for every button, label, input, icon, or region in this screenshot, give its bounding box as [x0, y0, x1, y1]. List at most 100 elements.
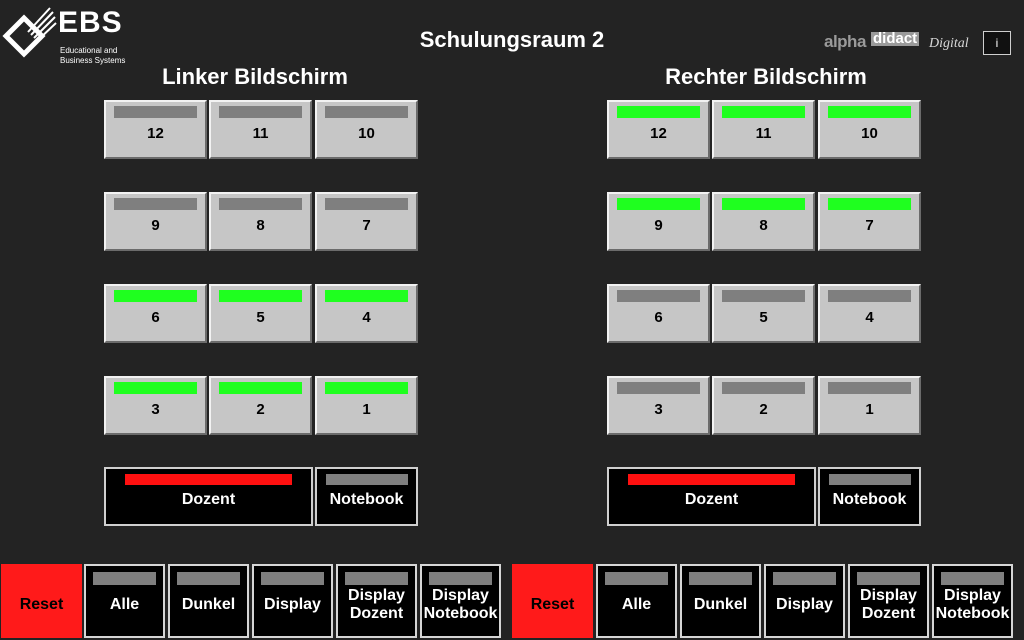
source-indicator: [114, 290, 197, 302]
right-source-button-12[interactable]: 12: [607, 100, 710, 159]
left-source-button-6[interactable]: 6: [104, 284, 207, 343]
source-number: 6: [654, 309, 663, 326]
right-source-button-11[interactable]: 11: [712, 100, 815, 159]
button-indicator: [857, 572, 920, 585]
left-source-button-3[interactable]: 3: [104, 376, 207, 435]
label-line-1: Display: [348, 587, 405, 604]
source-indicator: [325, 382, 408, 394]
right-display-dozent-button[interactable]: Display Dozent: [848, 564, 929, 638]
button-indicator: [345, 572, 408, 585]
right-source-button-7[interactable]: 7: [818, 192, 921, 251]
source-indicator: [325, 198, 408, 210]
alle-label: Alle: [621, 596, 652, 613]
left-source-button-1[interactable]: 1: [315, 376, 418, 435]
left-dozent-button[interactable]: Dozent: [104, 467, 313, 526]
source-indicator: [722, 106, 805, 118]
source-number: 10: [358, 125, 375, 142]
right-source-button-9[interactable]: 9: [607, 192, 710, 251]
source-number: 4: [362, 309, 371, 326]
right-source-button-6[interactable]: 6: [607, 284, 710, 343]
display-dozent-label: Display Dozent: [338, 587, 415, 623]
dozent-label: Dozent: [684, 491, 739, 508]
source-indicator: [722, 382, 805, 394]
brand-digital: Digital: [929, 36, 969, 51]
left-source-button-7[interactable]: 7: [315, 192, 418, 251]
right-source-button-10[interactable]: 10: [818, 100, 921, 159]
right-dozent-button[interactable]: Dozent: [607, 467, 816, 526]
left-alle-button[interactable]: Alle: [84, 564, 165, 638]
left-notebook-button[interactable]: Notebook: [315, 467, 418, 526]
source-number: 9: [654, 217, 663, 234]
notebook-indicator: [326, 474, 408, 485]
left-source-button-5[interactable]: 5: [209, 284, 312, 343]
source-number: 12: [147, 125, 164, 142]
left-source-button-9[interactable]: 9: [104, 192, 207, 251]
right-source-button-4[interactable]: 4: [818, 284, 921, 343]
right-source-button-3[interactable]: 3: [607, 376, 710, 435]
source-number: 3: [151, 401, 160, 418]
right-source-button-8[interactable]: 8: [712, 192, 815, 251]
left-reset-button[interactable]: Reset: [1, 564, 82, 638]
source-indicator: [617, 106, 700, 118]
right-screen-title: Rechter Bildschirm: [665, 64, 867, 89]
left-source-button-4[interactable]: 4: [315, 284, 418, 343]
source-number: 4: [865, 309, 874, 326]
source-number: 12: [650, 125, 667, 142]
left-dunkel-button[interactable]: Dunkel: [168, 564, 249, 638]
button-indicator: [177, 572, 240, 585]
left-source-button-10[interactable]: 10: [315, 100, 418, 159]
source-number: 2: [256, 401, 265, 418]
left-screen-title: Linker Bildschirm: [162, 64, 348, 89]
dozent-indicator: [628, 474, 795, 485]
left-source-button-2[interactable]: 2: [209, 376, 312, 435]
right-reset-button[interactable]: Reset: [512, 564, 593, 638]
left-source-button-12[interactable]: 12: [104, 100, 207, 159]
dozent-label: Dozent: [181, 491, 236, 508]
source-indicator: [219, 106, 302, 118]
button-indicator: [941, 572, 1004, 585]
source-number: 8: [759, 217, 768, 234]
info-button[interactable]: i: [983, 31, 1011, 55]
source-number: 5: [759, 309, 768, 326]
right-notebook-button[interactable]: Notebook: [818, 467, 921, 526]
source-indicator: [325, 290, 408, 302]
left-source-button-11[interactable]: 11: [209, 100, 312, 159]
source-number: 3: [654, 401, 663, 418]
left-source-button-8[interactable]: 8: [209, 192, 312, 251]
source-number: 11: [252, 125, 269, 142]
label-line-2: Dozent: [861, 605, 916, 622]
source-indicator: [219, 290, 302, 302]
dunkel-label: Dunkel: [181, 596, 236, 613]
right-dunkel-button[interactable]: Dunkel: [680, 564, 761, 638]
right-source-button-1[interactable]: 1: [818, 376, 921, 435]
right-alle-button[interactable]: Alle: [596, 564, 677, 638]
source-indicator: [325, 106, 408, 118]
notebook-label: Notebook: [832, 491, 907, 508]
dunkel-label: Dunkel: [693, 596, 748, 613]
right-source-button-5[interactable]: 5: [712, 284, 815, 343]
right-display-button[interactable]: Display: [764, 564, 845, 638]
button-indicator: [93, 572, 156, 585]
source-number: 2: [759, 401, 768, 418]
brand-alpha: alpha: [824, 32, 866, 51]
source-number: 8: [256, 217, 265, 234]
source-indicator: [722, 290, 805, 302]
source-number: 11: [755, 125, 772, 142]
source-indicator: [828, 106, 911, 118]
display-notebook-label: Display Notebook: [934, 587, 1011, 623]
display-dozent-label: Display Dozent: [850, 587, 927, 623]
source-number: 1: [865, 401, 874, 418]
left-display-dozent-button[interactable]: Display Dozent: [336, 564, 417, 638]
source-indicator: [722, 198, 805, 210]
display-notebook-label: Display Notebook: [422, 587, 499, 623]
label-line-2: Dozent: [349, 605, 404, 622]
left-display-button[interactable]: Display: [252, 564, 333, 638]
right-display-notebook-button[interactable]: Display Notebook: [932, 564, 1013, 638]
alle-label: Alle: [109, 596, 140, 613]
button-indicator: [689, 572, 752, 585]
source-indicator: [828, 198, 911, 210]
left-display-notebook-button[interactable]: Display Notebook: [420, 564, 501, 638]
source-indicator: [114, 106, 197, 118]
source-number: 1: [362, 401, 371, 418]
right-source-button-2[interactable]: 2: [712, 376, 815, 435]
